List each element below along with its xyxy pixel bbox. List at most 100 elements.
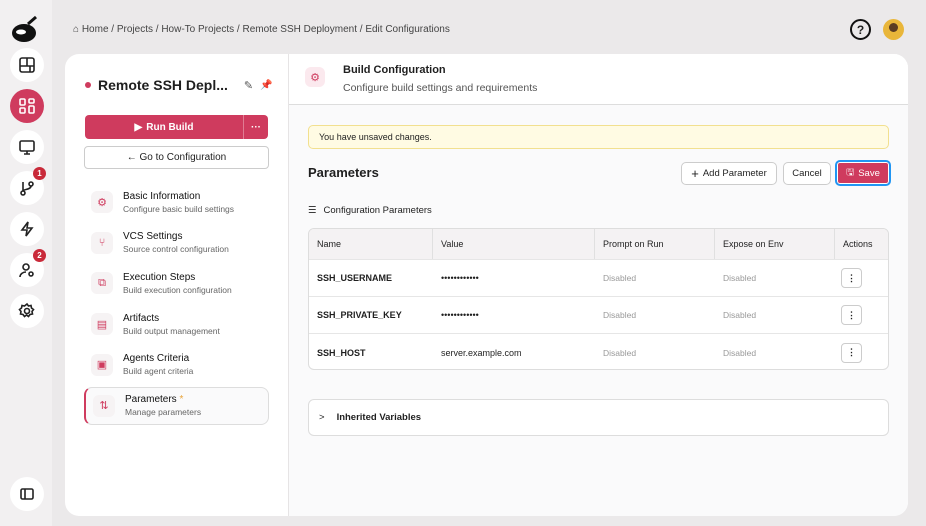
branch-icon: ⑂ xyxy=(91,231,113,254)
home-icon: ⌂ xyxy=(73,24,80,35)
content-panel: ⚙ Build Configuration Configure build se… xyxy=(289,54,908,516)
more-options-button[interactable]: ··· xyxy=(243,115,268,139)
nav-item-execution-steps[interactable]: ⧉ Execution Steps Build execution configur… xyxy=(84,264,269,302)
breadcrumb: ⌂ Home / Projects / How-To Projects / Re… xyxy=(73,24,450,35)
expose-status: Disabled xyxy=(723,273,757,283)
nav-item-subtitle: Configure basic build settings xyxy=(123,203,235,214)
gear-icon: ⚙ xyxy=(91,191,113,213)
inherited-variables-toggle[interactable]: > Inherited Variables xyxy=(308,399,889,436)
dashboard-button[interactable] xyxy=(10,48,44,82)
avatar[interactable] xyxy=(883,19,904,40)
gear-icon xyxy=(18,302,35,318)
param-value: server.example.com xyxy=(441,347,522,358)
section-subtitle: Configure build settings and requirement… xyxy=(343,82,538,94)
row-actions-button[interactable]: ⋮ xyxy=(841,342,862,363)
nav-item-subtitle: Build execution configuration xyxy=(123,284,232,295)
toggle-sidebar-button[interactable] xyxy=(10,477,44,511)
table-row: SSH_USERNAME •••••••••••• Disabled Disabled… xyxy=(309,260,888,297)
nav-item-artifacts[interactable]: ▤ Artifacts Build output management xyxy=(84,305,269,343)
main-card: Remote SSH Depl... ✎ 📌 ▶ Run Build ··· ← G… xyxy=(65,54,908,516)
run-build-label: Run Build xyxy=(146,121,194,133)
param-value: •••••••••••• xyxy=(441,310,479,320)
col-value: Value xyxy=(433,229,595,259)
kebab-icon: ⋮ xyxy=(847,309,856,320)
prompt-status: Disabled xyxy=(603,273,637,283)
settings-button[interactable] xyxy=(10,294,44,328)
nav-item-title: Parameters * xyxy=(125,394,184,405)
breadcrumb-howto[interactable]: How-To Projects xyxy=(161,24,234,35)
nav-item-subtitle: Manage parameters xyxy=(125,407,202,417)
expose-status: Disabled xyxy=(723,310,757,320)
breadcrumb-home[interactable]: Home xyxy=(82,24,109,35)
app-rail: 1 2 xyxy=(0,0,52,526)
table-header: Name Value Prompt on Run Expose on Env A… xyxy=(309,229,888,260)
save-label: Save xyxy=(858,167,880,179)
users-badge: 2 xyxy=(33,249,46,262)
monitor-icon xyxy=(19,140,35,155)
nav-item-title: Basic Information xyxy=(123,190,201,202)
col-prompt: Prompt on Run xyxy=(595,229,715,259)
plus-icon: + xyxy=(691,166,699,181)
expose-status: Disabled xyxy=(723,347,757,358)
nav-item-vcs-settings[interactable]: ⑂ VCS Settings Source control configuratio… xyxy=(84,224,269,262)
agents-button[interactable] xyxy=(10,130,44,164)
steps-icon: ⧉ xyxy=(91,272,113,295)
projects-button[interactable] xyxy=(10,89,44,123)
kebab-icon: ⋮ xyxy=(847,347,856,357)
edit-icon[interactable]: ✎ xyxy=(244,79,253,92)
cancel-button[interactable]: Cancel xyxy=(783,162,831,185)
parameters-table: Name Value Prompt on Run Expose on Env A… xyxy=(308,228,889,370)
run-build-group: ▶ Run Build ··· xyxy=(85,115,268,139)
save-icon: 🖫 xyxy=(846,167,855,178)
nav-item-title: Execution Steps xyxy=(123,271,196,283)
help-icon[interactable]: ? xyxy=(850,19,871,40)
breadcrumb-projects[interactable]: Projects xyxy=(117,24,153,35)
play-icon: ▶ xyxy=(134,121,143,133)
param-name: SSH_HOST xyxy=(317,347,366,358)
layout-icon xyxy=(19,57,35,73)
param-name: SSH_PRIVATE_KEY xyxy=(317,310,402,320)
param-value: •••••••••••• xyxy=(441,273,479,283)
col-actions: Actions xyxy=(843,239,873,249)
branch-icon xyxy=(20,181,34,196)
nav-item-subtitle: Build agent criteria xyxy=(123,366,194,377)
kebab-icon: ⋮ xyxy=(847,272,856,283)
nav-item-parameters[interactable]: ⇅ Parameters * Manage parameters xyxy=(84,386,269,425)
pin-icon[interactable]: 📌 xyxy=(260,80,272,91)
run-build-button[interactable]: ▶ Run Build xyxy=(85,115,243,139)
go-to-configuration-button[interactable]: ← Go to Configuration xyxy=(84,146,269,169)
logo-icon xyxy=(12,15,37,42)
nav-item-subtitle: Build output management xyxy=(123,325,220,336)
grid-icon xyxy=(19,98,35,114)
vcs-badge: 1 xyxy=(33,167,46,180)
prompt-status: Disabled xyxy=(603,347,637,358)
unsaved-changes-banner: You have unsaved changes. xyxy=(308,125,889,149)
row-actions-button[interactable]: ⋮ xyxy=(841,305,862,325)
breadcrumb-project[interactable]: Remote SSH Deployment xyxy=(242,24,357,35)
nav-item-title: VCS Settings xyxy=(123,231,183,243)
users-button[interactable]: 2 xyxy=(10,249,46,287)
col-name: Name xyxy=(309,229,433,259)
status-dot xyxy=(85,82,91,88)
section-title: Build Configuration xyxy=(343,64,446,76)
row-actions-button[interactable]: ⋮ xyxy=(841,268,862,288)
table-row: SSH_PRIVATE_KEY •••••••••••• Disabled Disab… xyxy=(309,297,888,334)
project-title: Remote SSH Depl... xyxy=(98,77,228,93)
breadcrumb-current: Edit Configurations xyxy=(365,24,450,35)
lightning-icon xyxy=(20,221,34,237)
add-parameter-label: Add Parameter xyxy=(702,168,767,179)
add-parameter-button[interactable]: + Add Parameter xyxy=(681,162,777,185)
vcs-button[interactable]: 1 xyxy=(10,167,46,205)
col-expose: Expose on Env xyxy=(715,229,835,259)
sliders-icon: ⇅ xyxy=(93,394,115,417)
table-icon: ☰ xyxy=(308,205,317,216)
unsaved-star: * xyxy=(179,394,184,405)
nav-item-title: Artifacts xyxy=(123,312,160,324)
chevron-right-icon: > xyxy=(319,412,325,423)
user-settings-icon xyxy=(19,263,34,278)
nav-item-basic-information[interactable]: ⚙ Basic Information Configure basic build … xyxy=(84,183,269,221)
triggers-button[interactable] xyxy=(10,212,44,246)
save-button[interactable]: 🖫 Save xyxy=(835,160,891,186)
nav-item-agents-criteria[interactable]: ▣ Agents Criteria Build agent criteria xyxy=(84,346,269,384)
param-name: SSH_USERNAME xyxy=(317,273,393,283)
